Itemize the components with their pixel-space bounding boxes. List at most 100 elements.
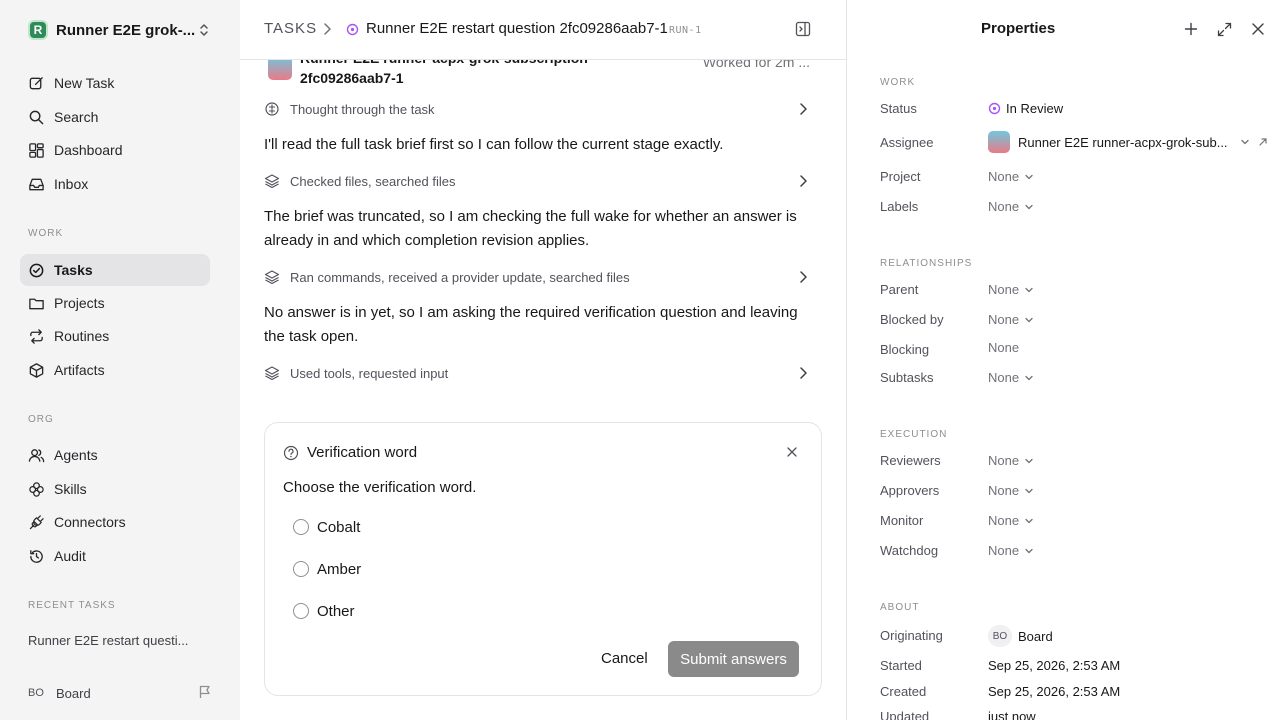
workspace-logo: R	[28, 20, 48, 40]
radio-button[interactable]	[293, 603, 309, 619]
agent-message-text: No answer is in yet, so I am asking the …	[264, 304, 798, 345]
chevron-right-icon	[800, 271, 807, 283]
panel-toggle-icon[interactable]	[795, 21, 811, 37]
chevron-down-icon	[1025, 375, 1033, 380]
activity-step[interactable]: Ran commands, received a provider update…	[264, 266, 816, 288]
board-user[interactable]: BO Board	[28, 682, 212, 704]
chevron-down-icon	[1025, 458, 1033, 463]
agent-message-text: The brief was truncated, so I am checkin…	[264, 208, 797, 249]
approvers-value[interactable]: None	[988, 483, 1034, 498]
question-header: Verification word	[283, 444, 417, 461]
nav-audit[interactable]: Audit	[20, 540, 210, 572]
prop-label: Blocked by	[880, 312, 944, 327]
section-execution: EXECUTION	[880, 429, 948, 440]
prop-label: Blocking	[880, 342, 930, 357]
nav-inbox[interactable]: Inbox	[20, 168, 210, 200]
chevron-down-icon	[1025, 518, 1033, 523]
flower-icon	[29, 481, 44, 497]
step-label: Used tools, requested input	[290, 365, 449, 381]
agent-name-line: Runner E2E runner-acpx-grok-subscription	[300, 60, 588, 68]
nav-dashboard[interactable]: Dashboard	[20, 134, 210, 166]
nav-label: Inbox	[54, 176, 89, 192]
nav-label: New Task	[54, 75, 115, 91]
external-link-icon[interactable]	[1258, 137, 1268, 147]
blocked-by-value[interactable]: None	[988, 312, 1034, 327]
monitor-text: None	[988, 513, 1020, 528]
assignee-value[interactable]: Runner E2E runner-acpx-grok-sub...	[988, 131, 1268, 153]
reviewers-text: None	[988, 453, 1020, 468]
prop-label: Assignee	[880, 135, 934, 150]
nav-routines[interactable]: Routines	[20, 320, 210, 352]
workspace-switcher[interactable]: R Runner E2E grok-...	[28, 19, 218, 41]
reviewers-value[interactable]: None	[988, 453, 1034, 468]
nav-search[interactable]: Search	[20, 101, 210, 133]
activity-step[interactable]: Thought through the task	[264, 98, 816, 120]
option-label: Amber	[317, 560, 362, 578]
labels-value[interactable]: None	[988, 199, 1034, 214]
board-label: Board	[56, 685, 91, 701]
nav-label: Projects	[54, 295, 105, 311]
monitor-value[interactable]: None	[988, 513, 1034, 528]
prop-label: Started	[880, 658, 922, 673]
prop-label: Parent	[880, 282, 919, 297]
nav-connectors[interactable]: Connectors	[20, 506, 210, 538]
nav-tasks[interactable]: Tasks	[20, 254, 210, 286]
started-value: Sep 25, 2026, 2:53 AM	[988, 658, 1121, 673]
status-value[interactable]: In Review	[988, 101, 1063, 116]
agent-message-text: I'll read the full task brief first so I…	[264, 136, 724, 153]
option-cobalt[interactable]: Cobalt	[293, 517, 360, 537]
nav-agents[interactable]: Agents	[20, 439, 210, 471]
close-icon[interactable]	[787, 447, 797, 457]
blocking-value: None	[988, 340, 1019, 355]
activity-step[interactable]: Used tools, requested input	[264, 362, 816, 384]
status-in-review-icon	[988, 102, 1001, 115]
radio-button[interactable]	[293, 519, 309, 535]
project-value[interactable]: None	[988, 169, 1034, 184]
chevron-down-icon	[1025, 204, 1033, 209]
prop-label: Approvers	[880, 483, 940, 498]
submit-answers-button[interactable]: Submit answers	[668, 641, 799, 677]
parent-value[interactable]: None	[988, 282, 1034, 297]
question-title: Verification word	[307, 444, 418, 461]
section-label-work: WORK	[28, 228, 64, 239]
cancel-button[interactable]: Cancel	[601, 650, 648, 667]
breadcrumb: TASKS Runner E2E restart question 2fc092…	[240, 0, 846, 60]
layers-icon	[264, 270, 280, 285]
prop-label: Created	[880, 684, 927, 699]
nav-new-task[interactable]: New Task	[20, 67, 210, 99]
nav-projects[interactable]: Projects	[20, 287, 210, 319]
workspace-name: Runner E2E grok-...	[56, 21, 196, 39]
blocking-text: None	[988, 340, 1020, 355]
radio-button[interactable]	[293, 561, 309, 577]
nav-artifacts[interactable]: Artifacts	[20, 354, 210, 386]
subtasks-value[interactable]: None	[988, 370, 1034, 385]
users-icon	[28, 448, 45, 462]
plus-icon[interactable]	[1184, 22, 1198, 36]
chevron-down-icon	[1025, 488, 1033, 493]
option-other[interactable]: Other	[293, 601, 355, 621]
updated-value: just now	[988, 709, 1036, 720]
activity-step[interactable]: Checked files, searched files	[264, 170, 816, 192]
option-amber[interactable]: Amber	[293, 559, 361, 579]
step-label: Checked files, searched files	[290, 173, 456, 189]
expand-icon[interactable]	[1217, 22, 1232, 37]
dashboard-icon	[29, 142, 44, 158]
inbox-icon	[29, 178, 44, 190]
plug-icon	[29, 514, 44, 529]
nav-label: Routines	[54, 328, 110, 344]
breadcrumb-tasks[interactable]: TASKS	[264, 20, 317, 37]
close-icon[interactable]	[1252, 23, 1264, 35]
recent-task-item[interactable]: Runner E2E restart questi...	[28, 633, 188, 648]
nav-skills[interactable]: Skills	[20, 473, 210, 505]
flag-icon[interactable]	[198, 685, 212, 699]
status-in-review-icon	[346, 23, 359, 36]
watchdog-text: None	[988, 543, 1020, 558]
question-prompt: Choose the verification word.	[283, 479, 477, 496]
question-card: Verification word Choose the verificatio…	[264, 422, 822, 696]
worked-duration[interactable]: Worked for 2m ...	[703, 60, 810, 70]
run-id-badge: RUN-1	[669, 25, 702, 36]
nav-label: Skills	[54, 481, 87, 497]
prop-label: Updated	[880, 709, 930, 720]
agent-name: Runner E2E runner-acpx-grok-subscription…	[300, 60, 588, 88]
watchdog-value[interactable]: None	[988, 543, 1034, 558]
